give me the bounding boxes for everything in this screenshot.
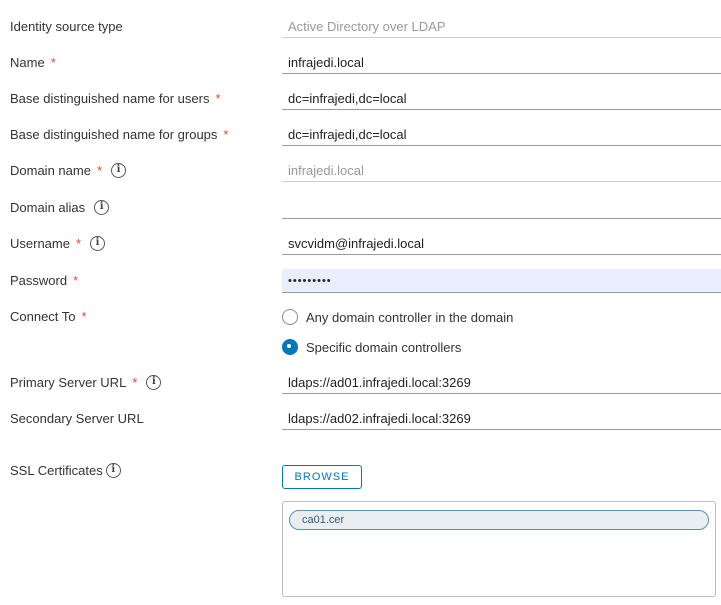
certificate-filename: ca01.cer bbox=[302, 514, 345, 526]
field-value: ldaps://ad02.infrajedi.local:3269 bbox=[288, 411, 471, 426]
label-text: Domain alias bbox=[10, 199, 86, 215]
label-text: Name bbox=[10, 54, 45, 70]
label-text: Primary Server URL bbox=[10, 374, 127, 390]
domain-alias-label: Domain alias i bbox=[10, 197, 110, 217]
required-marker: * bbox=[75, 235, 82, 251]
name-label: Name * bbox=[10, 52, 56, 72]
ssl-certificates-label: SSL Certificates i bbox=[10, 460, 121, 480]
primary-server-url-input[interactable]: ldaps://ad01.infrajedi.local:3269 bbox=[282, 372, 721, 394]
certificate-list: ca01.cer bbox=[282, 501, 716, 597]
info-icon[interactable]: i bbox=[90, 235, 106, 251]
field-value: dc=infrajedi,dc=local bbox=[288, 127, 407, 142]
base-dn-users-label: Base distinguished name for users * bbox=[10, 88, 221, 108]
field-value: infrajedi.local bbox=[288, 55, 364, 70]
info-icon[interactable]: i bbox=[105, 462, 121, 478]
info-icon[interactable]: i bbox=[146, 374, 162, 390]
required-marker: * bbox=[81, 308, 87, 324]
domain-alias-input[interactable] bbox=[282, 197, 721, 219]
label-text: Base distinguished name for users bbox=[10, 90, 210, 106]
required-marker: * bbox=[132, 374, 138, 390]
label-text: Username bbox=[10, 235, 70, 251]
radio-label: Any domain controller in the domain bbox=[306, 309, 514, 325]
username-input[interactable]: svcvidm@infrajedi.local bbox=[282, 233, 721, 255]
secondary-server-url-input[interactable]: ldaps://ad02.infrajedi.local:3269 bbox=[282, 408, 721, 430]
field-value: dc=infrajedi,dc=local bbox=[288, 91, 407, 106]
label-text: SSL Certificates bbox=[10, 462, 103, 478]
field-value: infrajedi.local bbox=[288, 163, 364, 178]
required-marker: * bbox=[215, 90, 221, 106]
password-label: Password * bbox=[10, 270, 78, 290]
certificate-chip[interactable]: ca01.cer bbox=[289, 510, 709, 530]
browse-button-label: BROWSE bbox=[294, 471, 350, 483]
field-value: svcvidm@infrajedi.local bbox=[288, 236, 425, 251]
label-text: Domain name bbox=[10, 162, 91, 178]
name-input[interactable]: infrajedi.local bbox=[282, 52, 721, 74]
radio-label: Specific domain controllers bbox=[306, 339, 462, 355]
field-value: ••••••••• bbox=[288, 274, 332, 287]
identity-source-type-value: Active Directory over LDAP bbox=[282, 16, 721, 38]
secondary-server-url-label: Secondary Server URL bbox=[10, 408, 144, 428]
radio-button[interactable] bbox=[282, 339, 298, 355]
primary-server-url-label: Primary Server URL * i bbox=[10, 372, 162, 392]
label-text: Secondary Server URL bbox=[10, 410, 144, 426]
info-icon[interactable]: i bbox=[94, 199, 110, 215]
identity-source-type-label: Identity source type bbox=[10, 16, 123, 36]
domain-name-input: infrajedi.local bbox=[282, 160, 721, 182]
username-label: Username * i bbox=[10, 233, 106, 253]
field-value: Active Directory over LDAP bbox=[288, 19, 446, 34]
radio-specific-domain-controllers[interactable]: Specific domain controllers bbox=[282, 337, 461, 357]
domain-name-label: Domain name * i bbox=[10, 160, 126, 180]
base-dn-users-input[interactable]: dc=infrajedi,dc=local bbox=[282, 88, 721, 110]
label-text: Connect To bbox=[10, 308, 76, 324]
radio-button[interactable] bbox=[282, 309, 298, 325]
base-dn-groups-label: Base distinguished name for groups * bbox=[10, 124, 228, 144]
info-icon[interactable]: i bbox=[111, 162, 126, 178]
required-marker: * bbox=[73, 272, 79, 288]
label-text: Password bbox=[10, 272, 68, 288]
required-marker: * bbox=[223, 126, 229, 142]
required-marker: * bbox=[50, 54, 56, 70]
password-input[interactable]: ••••••••• bbox=[282, 269, 721, 293]
label-text: Identity source type bbox=[10, 18, 123, 34]
required-marker: * bbox=[96, 162, 102, 178]
label-text: Base distinguished name for groups bbox=[10, 126, 218, 142]
field-value: ldaps://ad01.infrajedi.local:3269 bbox=[288, 375, 471, 390]
radio-any-domain-controller[interactable]: Any domain controller in the domain bbox=[282, 307, 513, 327]
base-dn-groups-input[interactable]: dc=infrajedi,dc=local bbox=[282, 124, 721, 146]
connect-to-label: Connect To * bbox=[10, 306, 87, 326]
browse-button[interactable]: BROWSE bbox=[282, 465, 362, 489]
